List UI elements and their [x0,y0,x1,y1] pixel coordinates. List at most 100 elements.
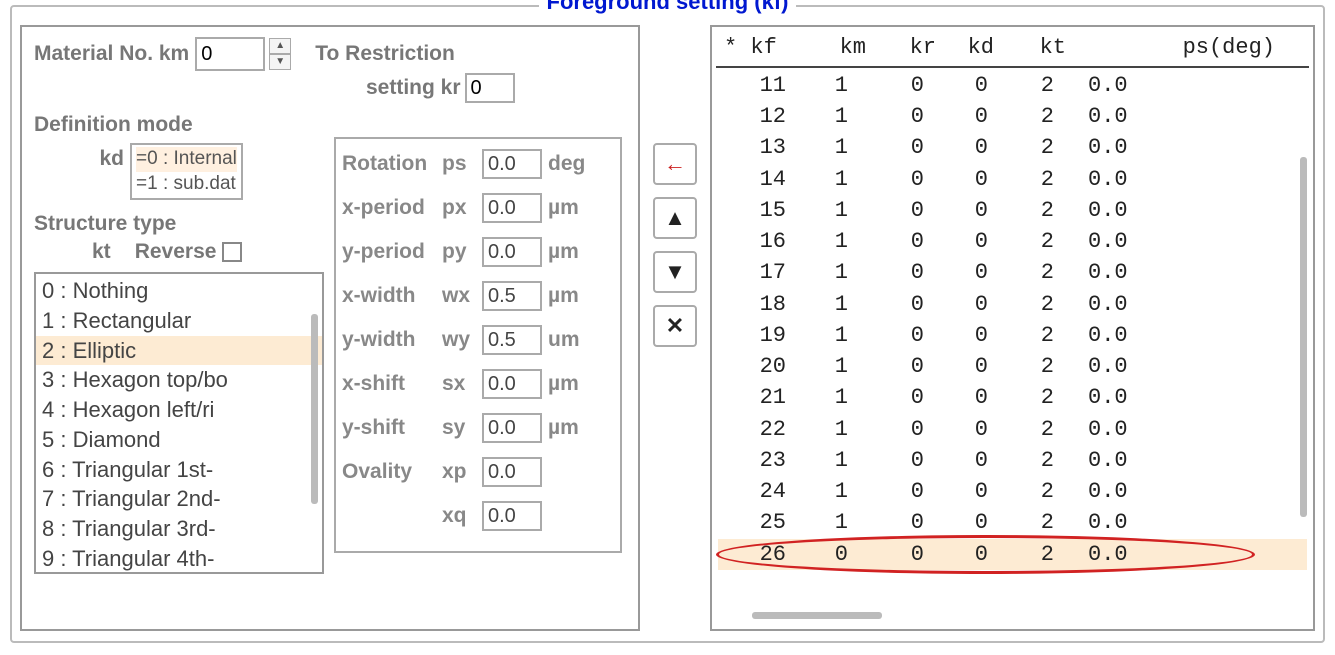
km-input[interactable] [195,37,265,71]
param-unit-label: deg [548,152,594,176]
table-row[interactable]: 2010020.0 [718,351,1307,382]
move-down-button[interactable]: ▼ [653,251,697,293]
table-row[interactable]: 1910020.0 [718,320,1307,351]
kd-option-internal[interactable]: =0 : Internal [136,147,237,172]
kt-item[interactable]: 9 : Triangular 4th- [36,544,322,574]
cell-km: 1 [806,226,882,257]
param-name-label: x-period [342,196,436,220]
table-row[interactable]: 1310020.0 [718,132,1307,163]
cell-ps: 0.0 [1086,445,1206,476]
param-input-ps[interactable] [482,149,542,179]
kt-item[interactable]: 1 : Rectangular [36,306,322,336]
param-row: Ovalityxp [342,457,614,487]
cell-kt: 2 [1002,289,1086,320]
cell-kf: 17 [718,257,806,288]
cell-kt: 2 [1002,164,1086,195]
table-row[interactable]: 1810020.0 [718,289,1307,320]
param-input-wx[interactable] [482,281,542,311]
cell-kt: 2 [1002,226,1086,257]
table-vscrollbar[interactable] [1300,157,1307,517]
cell-km: 1 [806,507,882,538]
kt-scrollbar[interactable] [311,314,318,504]
param-symbol-label: px [442,196,476,220]
kr-input[interactable] [465,73,515,103]
param-symbol-label: sy [442,416,476,440]
param-input-wy[interactable] [482,325,542,355]
kt-item[interactable]: 5 : Diamond [36,425,322,455]
cell-kr: 0 [882,476,944,507]
table-row[interactable]: 1710020.0 [718,257,1307,288]
reverse-checkbox[interactable] [222,242,242,262]
kt-item[interactable]: 8 : Triangular 3rd- [36,514,322,544]
table-row[interactable]: 2210020.0 [718,414,1307,445]
kt-label: kt [92,240,111,264]
cell-kt: 2 [1002,195,1086,226]
kd-options-box[interactable]: =0 : Internal =1 : sub.dat [130,143,243,200]
table-hscrollbar[interactable] [752,612,882,619]
parameters-panel: Rotationpsdegx-periodpxµmy-periodpyµmx-w… [334,137,622,553]
cell-kd: 0 [944,226,1002,257]
fieldset-legend: Foreground setting (kf) [539,0,797,15]
cell-kr: 0 [882,414,944,445]
kt-item[interactable]: 2 : Elliptic [36,336,322,366]
kd-option-subdat[interactable]: =1 : sub.dat [136,172,237,197]
param-input-sy[interactable] [482,413,542,443]
col-header-kd: kd [944,35,1002,60]
table-row[interactable]: 2410020.0 [718,476,1307,507]
table-row[interactable]: 1610020.0 [718,226,1307,257]
param-input-sx[interactable] [482,369,542,399]
cell-km: 1 [806,70,882,101]
param-symbol-label: ps [442,152,476,176]
kt-item[interactable]: 3 : Hexagon top/bo [36,365,322,395]
cell-kd: 0 [944,132,1002,163]
left-arrow-button[interactable]: ← [653,143,697,185]
cell-ps: 0.0 [1086,257,1206,288]
foreground-setting-fieldset: Foreground setting (kf) Material No. km … [10,5,1325,643]
param-row: xq [342,501,614,531]
reverse-label: Reverse [135,240,217,264]
table-row[interactable]: 2510020.0 [718,507,1307,538]
delete-button[interactable]: ✕ [653,305,697,347]
table-row[interactable]: 2310020.0 [718,445,1307,476]
table-row[interactable]: 2110020.0 [718,382,1307,413]
cell-km: 1 [806,320,882,351]
param-row: x-periodpxµm [342,193,614,223]
cell-kd: 0 [944,539,1002,570]
cell-kd: 0 [944,101,1002,132]
param-input-px[interactable] [482,193,542,223]
col-header-ps: ps(deg) [1086,35,1307,60]
table-row[interactable]: 1110020.0 [718,70,1307,101]
param-input-py[interactable] [482,237,542,267]
km-spin-down[interactable]: ▼ [269,54,291,70]
definition-mode-label: Definition mode [34,113,630,137]
cell-kt: 2 [1002,382,1086,413]
param-input-xq[interactable] [482,501,542,531]
km-spin-up[interactable]: ▲ [269,38,291,54]
kt-item[interactable]: 4 : Hexagon left/ri [36,395,322,425]
kt-item[interactable]: 0 : Nothing [36,276,322,306]
col-header-kt: kt [1002,35,1086,60]
kt-item[interactable]: 7 : Triangular 2nd- [36,484,322,514]
param-symbol-label: sx [442,372,476,396]
param-row: x-shiftsxµm [342,369,614,399]
param-name-label: y-shift [342,416,436,440]
param-row: y-shiftsyµm [342,413,614,443]
table-row[interactable]: 1510020.0 [718,195,1307,226]
param-input-xp[interactable] [482,457,542,487]
cell-km: 0 [806,539,882,570]
cell-kf: 25 [718,507,806,538]
kf-table: * kf km kr kd kt ps(deg) 1110020.0121002… [710,25,1315,631]
table-row[interactable]: 1410020.0 [718,164,1307,195]
param-symbol-label: xp [442,460,476,484]
move-up-button[interactable]: ▲ [653,197,697,239]
table-row[interactable]: 2600020.0 [718,539,1307,570]
cell-ps: 0.0 [1086,320,1206,351]
param-symbol-label: wy [442,328,476,352]
cell-kf: 18 [718,289,806,320]
param-unit-label: um [548,328,594,352]
param-name-label: x-width [342,284,436,308]
table-row[interactable]: 1210020.0 [718,101,1307,132]
kt-item[interactable]: 6 : Triangular 1st- [36,455,322,485]
cell-ps: 0.0 [1086,289,1206,320]
kt-listbox[interactable]: 0 : Nothing1 : Rectangular2 : Elliptic3 … [34,272,324,574]
